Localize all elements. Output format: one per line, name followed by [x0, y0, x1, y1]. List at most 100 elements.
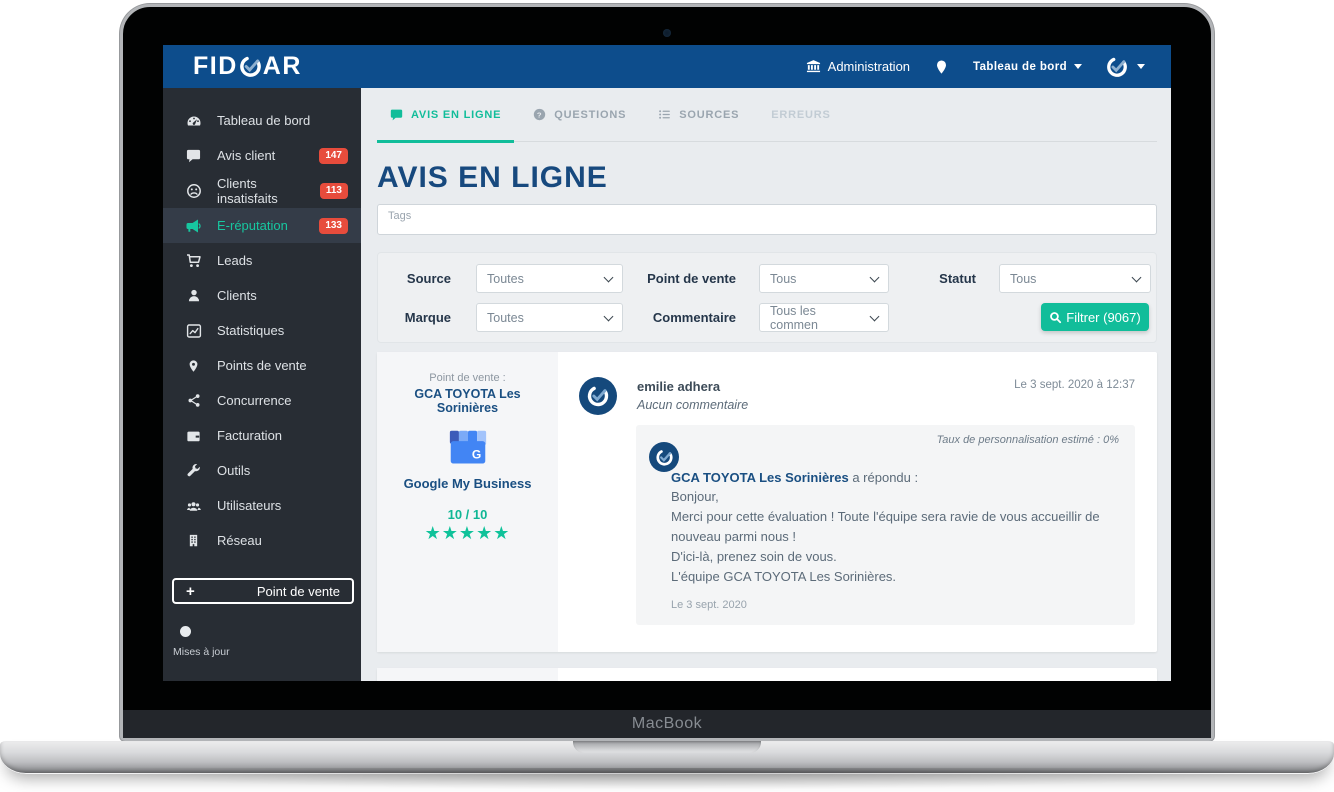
- sidebar: Tableau de bord Avis client 147 Clients …: [163, 88, 361, 681]
- map-pin-icon: [185, 358, 202, 374]
- marque-select[interactable]: Toutes: [476, 303, 623, 332]
- add-point-de-vente-button[interactable]: + Point de vente: [172, 578, 354, 604]
- sidebar-item-leads[interactable]: Leads: [163, 243, 361, 278]
- star-rating: ★★★★★: [385, 523, 550, 543]
- sidebar-item-label: Utilisateurs: [217, 498, 281, 513]
- review-author: emilie adhera: [637, 379, 748, 394]
- review-left-panel: Point de vente : GCA TOYOTA Les Sorinièr…: [377, 352, 558, 652]
- count-badge: 133: [319, 218, 348, 234]
- chevron-down-icon: [870, 312, 880, 322]
- svg-text:?: ?: [537, 110, 542, 119]
- plus-icon: +: [186, 583, 195, 600]
- tab-sources[interactable]: SOURCES: [645, 88, 752, 141]
- megaphone-icon: [185, 218, 202, 234]
- chevron-down-icon: [1137, 64, 1145, 69]
- sidebar-item-label: Statistiques: [217, 323, 284, 338]
- users-icon: [185, 499, 202, 513]
- sidebar-item-e-reputation[interactable]: E-réputation 133: [163, 208, 361, 243]
- app-screen: FID AR Administration Tableau de bord: [163, 45, 1171, 681]
- reply-line: Merci pour cette évaluation ! Toute l'éq…: [671, 507, 1119, 547]
- sidebar-item-label: Points de vente: [217, 358, 307, 373]
- sad-face-icon: [185, 183, 202, 199]
- point-de-vente-name[interactable]: GCA TOYOTA Les Sorinières: [385, 387, 550, 415]
- reply-line: Bonjour,: [671, 487, 1119, 507]
- source-select-value: Toutes: [487, 272, 524, 286]
- commentaire-select[interactable]: Tous les commen: [759, 303, 889, 332]
- chevron-down-icon: [1132, 273, 1142, 283]
- laptop-lid: FID AR Administration Tableau de bord: [120, 4, 1214, 741]
- source-select[interactable]: Toutes: [476, 264, 623, 293]
- tags-placeholder: Tags: [388, 210, 411, 222]
- sidebar-item-dashboard[interactable]: Tableau de bord: [163, 103, 361, 138]
- nav-account-menu[interactable]: [1106, 56, 1145, 78]
- sidebar-item-label: Tableau de bord: [217, 113, 310, 128]
- list-icon: [658, 108, 671, 121]
- nav-context-dropdown[interactable]: Tableau de bord: [973, 61, 1082, 73]
- location-pin-icon: [934, 58, 949, 76]
- tags-input[interactable]: Tags: [377, 204, 1157, 235]
- statut-select-value: Tous: [1010, 272, 1036, 286]
- chevron-down-icon: [604, 312, 614, 322]
- tab-label: ERREURS: [771, 109, 830, 121]
- share-icon: [185, 393, 202, 408]
- filter-button-label: Filtrer (9067): [1066, 310, 1140, 325]
- user-icon: [185, 288, 202, 303]
- statut-select[interactable]: Tous: [999, 264, 1151, 293]
- nav-context-label: Tableau de bord: [973, 61, 1067, 73]
- filter-panel: Source Toutes Point de vente Tous Statut: [377, 252, 1157, 343]
- review-left-panel: [377, 668, 558, 681]
- chevron-down-icon: [1074, 64, 1082, 69]
- reply-author: GCA TOYOTA Les Sorinières: [671, 470, 849, 485]
- sidebar-item-statistiques[interactable]: Statistiques: [163, 313, 361, 348]
- nav-administration[interactable]: Administration: [806, 59, 910, 74]
- point-de-vente-label: Point de vente :: [385, 372, 550, 384]
- fidcar-c-check-icon: [586, 384, 610, 408]
- sidebar-item-points-de-vente[interactable]: Points de vente: [163, 348, 361, 383]
- wrench-icon: [185, 463, 202, 478]
- sidebar-item-facturation[interactable]: Facturation: [163, 418, 361, 453]
- tab-avis-en-ligne[interactable]: AVIS EN LIGNE: [377, 88, 514, 141]
- comment-icon: [185, 148, 202, 163]
- personalization-rate: Taux de personnalisation estimé : 0%: [671, 434, 1119, 446]
- sidebar-item-label: Concurrence: [217, 393, 291, 408]
- point-de-vente-select[interactable]: Tous: [759, 264, 889, 293]
- updates-label: Mises à jour: [173, 646, 230, 658]
- laptop-base-notch: [573, 741, 761, 753]
- tab-label: SOURCES: [679, 109, 739, 121]
- sidebar-item-outils[interactable]: Outils: [163, 453, 361, 488]
- review-main: emilie adhera Aucun commentaire Le 3 sep…: [558, 352, 1157, 652]
- top-navbar: FID AR Administration Tableau de bord: [163, 45, 1171, 88]
- sidebar-item-clients[interactable]: Clients: [163, 278, 361, 313]
- sidebar-item-clients-insatisfaits[interactable]: Clients insatisfaits 113: [163, 173, 361, 208]
- review-source-name[interactable]: Google My Business: [385, 476, 550, 491]
- fidcar-c-check-icon: [239, 55, 262, 78]
- cart-icon: [185, 253, 202, 269]
- svg-text:G: G: [471, 447, 480, 461]
- avatar: [649, 442, 679, 472]
- sidebar-item-label: Leads: [217, 253, 252, 268]
- fidcar-c-check-icon: [1106, 56, 1128, 78]
- sidebar-item-reseau[interactable]: Réseau: [163, 523, 361, 558]
- marque-select-value: Toutes: [487, 311, 524, 325]
- tab-erreurs[interactable]: ERREURS: [758, 88, 843, 141]
- sidebar-item-label: Réseau: [217, 533, 262, 548]
- tab-questions[interactable]: ? QUESTIONS: [520, 88, 639, 141]
- point-de-vente-select-value: Tous: [770, 272, 796, 286]
- reply-line: D'ici-là, prenez soin de vous.: [671, 547, 1119, 567]
- brand-logo[interactable]: FID AR: [193, 52, 302, 81]
- brand-text-pre: FID: [193, 52, 238, 81]
- building-icon: [185, 533, 202, 548]
- filter-button[interactable]: Filtrer (9067): [1041, 303, 1149, 331]
- count-badge: 113: [320, 183, 348, 199]
- sidebar-item-label: Avis client: [217, 148, 275, 163]
- commentaire-select-value: Tous les commen: [770, 304, 864, 332]
- filter-label-statut: Statut: [889, 271, 976, 286]
- sidebar-item-utilisateurs[interactable]: Utilisateurs: [163, 488, 361, 523]
- webcam-icon: [663, 29, 671, 37]
- dashboard-icon: [185, 113, 202, 129]
- sidebar-item-concurrence[interactable]: Concurrence: [163, 383, 361, 418]
- page-title: AVIS EN LIGNE: [377, 160, 1155, 196]
- reply-suffix: a répondu :: [849, 470, 918, 485]
- sidebar-item-avis-client[interactable]: Avis client 147: [163, 138, 361, 173]
- chevron-down-icon: [870, 273, 880, 283]
